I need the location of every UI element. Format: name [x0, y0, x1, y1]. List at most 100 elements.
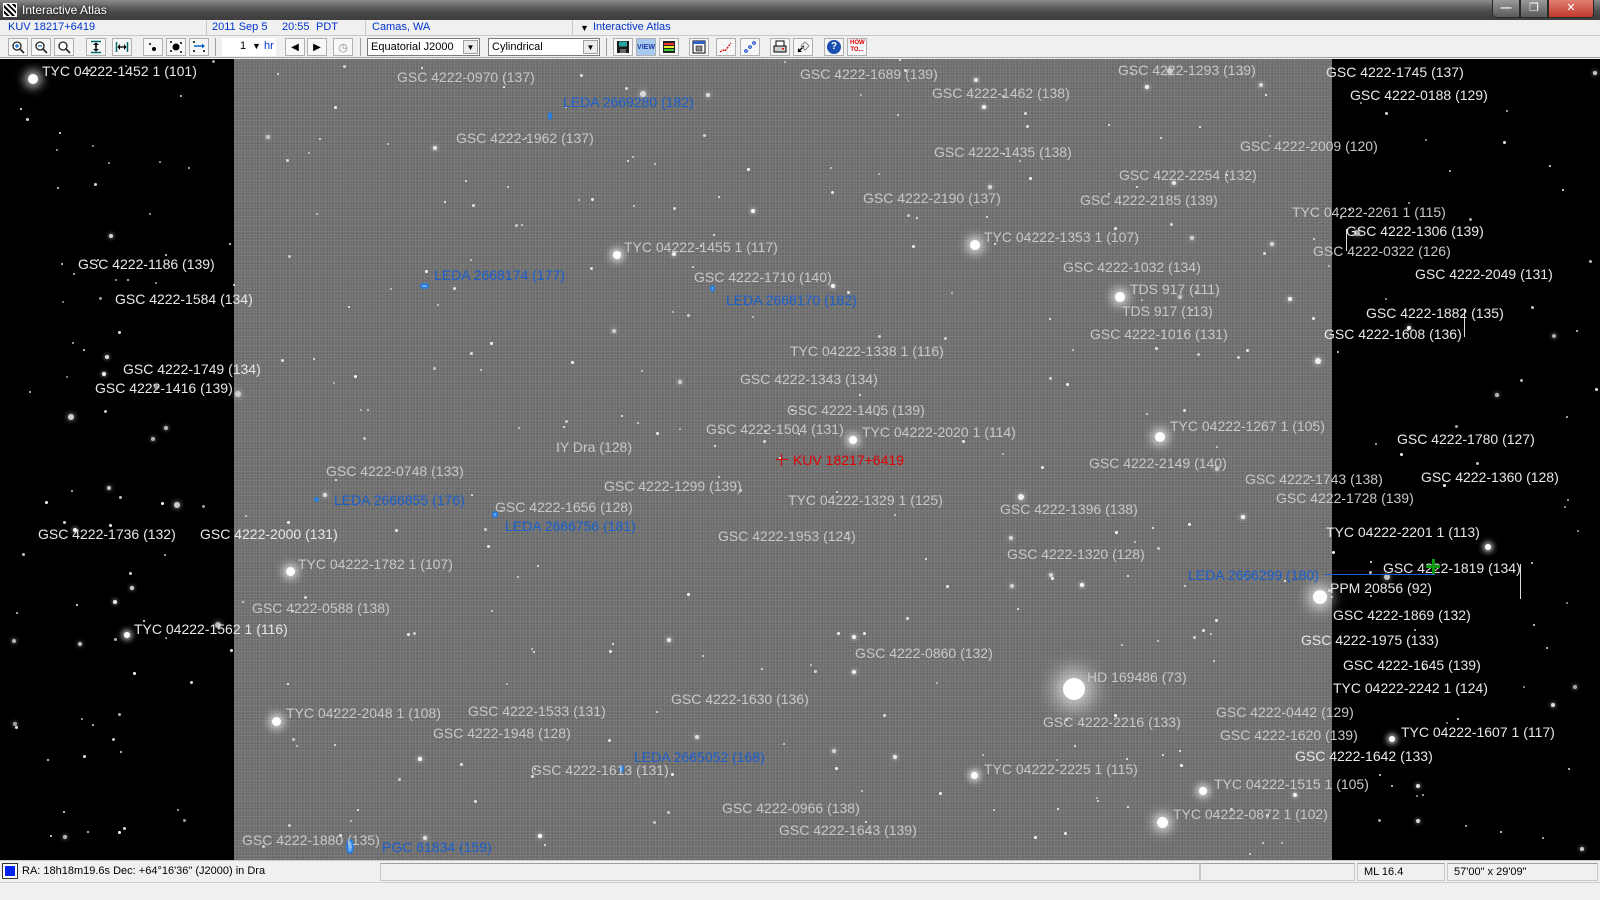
star-label[interactable]: GSC 4222-1462 (138) — [932, 85, 1070, 101]
star-label[interactable]: GSC 4222-1320 (128) — [1007, 546, 1145, 562]
coordinate-system-select[interactable]: Equatorial J2000 ▼ — [367, 38, 480, 56]
star-label[interactable]: GSC 4222-2254 (132) — [1119, 167, 1257, 183]
star-label[interactable]: TYC 04222-2242 1 (124) — [1333, 680, 1488, 696]
how-to-button[interactable]: HOW TO... — [847, 38, 867, 56]
location[interactable]: Camas, WA — [372, 21, 430, 33]
star-label[interactable]: GSC 4222-1032 (134) — [1063, 259, 1201, 275]
star-label[interactable]: GSC 4222-1405 (139) — [787, 402, 925, 418]
star-label[interactable]: GSC 4222-1728 (139) — [1276, 490, 1414, 506]
star-label[interactable]: GSC 4222-2190 (137) — [863, 190, 1001, 206]
star-label[interactable]: TYC 04222-2201 1 (113) — [1326, 524, 1480, 540]
star-label[interactable]: GSC 4222-2216 (133) — [1043, 714, 1181, 730]
star-label[interactable]: GSC 4222-1613 (131) — [531, 762, 669, 778]
star-label[interactable]: GSC 4222-0966 (138) — [722, 800, 860, 816]
pointer-button[interactable] — [793, 38, 813, 56]
galaxy-marker-icon[interactable] — [314, 497, 319, 502]
galaxy-label[interactable]: LEDA 2666756 (181) — [505, 518, 636, 534]
star-label[interactable]: TYC 04222-1452 1 (101) — [42, 63, 197, 79]
star-label[interactable]: GSC 4222-1953 (124) — [718, 528, 856, 544]
fewer-stars-button[interactable] — [143, 38, 163, 56]
sky-chart[interactable]: TYC 04222-1452 1 (101) GSC 4222-0970 (137… — [0, 59, 1600, 860]
star-label[interactable]: GSC 4222-1710 (140) — [694, 269, 832, 285]
zoom-out-button[interactable] — [31, 38, 51, 56]
date[interactable]: 2011 Sep 5 — [212, 21, 267, 33]
star-label[interactable]: TYC 04222-1515 1 (105) — [1214, 776, 1369, 792]
star-label[interactable]: GSC 4222-0442 (129) — [1216, 704, 1354, 720]
star-label[interactable]: GSC 4222-1306 (139) — [1346, 223, 1484, 239]
restore-button[interactable]: ❐ — [1520, 0, 1548, 18]
measure-button[interactable] — [716, 38, 736, 56]
star-label[interactable]: GSC 4222-1975 (133) — [1301, 632, 1439, 648]
fit-vertical-button[interactable] — [86, 38, 106, 56]
time[interactable]: 20:55 — [282, 21, 310, 33]
object-name[interactable]: KUV 18217+6419 — [8, 21, 95, 33]
help-button[interactable]: ? — [824, 38, 844, 56]
star-label[interactable]: GSC 4222-1504 (131) — [706, 421, 844, 437]
star-label[interactable]: GSC 4222-0188 (129) — [1350, 87, 1488, 103]
star-label[interactable]: GSC 4222-1880 (135) — [242, 832, 380, 848]
galaxy-label[interactable]: LEDA 2666855 (176) — [334, 492, 465, 508]
star-label[interactable]: GSC 4222-1743 (138) — [1245, 471, 1383, 487]
star-label[interactable]: TYC 04222-2020 1 (114) — [862, 424, 1016, 440]
minimize-button[interactable]: — — [1492, 0, 1520, 18]
star-label[interactable]: GSC 4222-2009 (120) — [1240, 138, 1378, 154]
star-label[interactable]: GSC 4222-1299 (139) — [604, 478, 742, 494]
star-label[interactable]: TYC 04222-2048 1 (108) — [286, 705, 441, 721]
path-button[interactable] — [740, 38, 760, 56]
layers-button[interactable] — [659, 38, 679, 56]
time-step-dropdown-icon[interactable]: ▼ — [252, 41, 261, 51]
star-label[interactable]: GSC 4222-1396 (138) — [1000, 501, 1138, 517]
galaxy-label[interactable]: LEDA 2668170 (182) — [726, 292, 857, 308]
galaxy-marker-icon[interactable] — [420, 283, 429, 289]
flip-button[interactable] — [189, 38, 209, 56]
target-marker-icon[interactable] — [776, 454, 788, 466]
star-label[interactable]: TYC 04222-1338 1 (116) — [790, 343, 944, 359]
galaxy-marker-icon[interactable] — [548, 112, 552, 120]
galaxy-label[interactable]: LEDA 2668174 (177) — [434, 267, 565, 283]
star-label[interactable]: TYC 04222-0872 1 (102) — [1173, 806, 1328, 822]
close-button[interactable]: ✕ — [1548, 0, 1594, 18]
star-label[interactable]: GSC 4222-1962 (137) — [456, 130, 594, 146]
fit-horizontal-button[interactable] — [112, 38, 132, 56]
star-label[interactable]: TYC 04222-2261 1 (115) — [1292, 204, 1446, 220]
window-button[interactable] — [689, 38, 709, 56]
star-label[interactable]: GSC 4222-1620 (139) — [1220, 727, 1358, 743]
star-label[interactable]: PPM 20856 (92) — [1330, 580, 1432, 596]
galaxy-label[interactable]: LEDA 2669280 (182) — [563, 94, 694, 110]
more-stars-button[interactable] — [166, 38, 186, 56]
star-label[interactable]: GSC 4222-1645 (139) — [1343, 657, 1481, 673]
star-label[interactable]: GSC 4222-1948 (128) — [433, 725, 571, 741]
star-label[interactable]: GSC 4222-1416 (139) — [95, 380, 233, 396]
star-label[interactable]: TDS 917 (113) — [1122, 303, 1213, 319]
star-label[interactable]: GSC 4222-1882 (135) — [1366, 305, 1504, 321]
mode-label[interactable]: Interactive Atlas — [593, 21, 671, 33]
galaxy-label[interactable]: LEDA 2666299 (180) — [1188, 567, 1319, 583]
star-label[interactable]: GSC 4222-1016 (131) — [1090, 326, 1228, 342]
print-button[interactable] — [770, 38, 790, 56]
chevron-down-icon[interactable]: ▼ — [583, 40, 598, 54]
step-forward-button[interactable]: ▶ — [307, 38, 327, 56]
star-label[interactable]: GSC 4222-2149 (140) — [1089, 455, 1227, 471]
star-label[interactable]: GSC 4222-1656 (128) — [495, 499, 633, 515]
now-button[interactable]: ◷ — [333, 38, 353, 56]
mode-dropdown-icon[interactable]: ▼ — [580, 23, 589, 33]
star-label[interactable]: GSC 4222-1186 (139) — [78, 256, 215, 272]
star-label[interactable]: GSC 4222-1745 (137) — [1326, 64, 1464, 80]
star-label[interactable]: TYC 04222-1562 1 (116) — [134, 621, 288, 637]
star-label[interactable]: GSC 4222-1689 (139) — [800, 66, 938, 82]
star-label[interactable]: GSC 4222-1584 (134) — [115, 291, 253, 307]
star-label[interactable]: GSC 4222-1749 (134) — [123, 361, 261, 377]
time-step-spinner[interactable]: 1 ▼ hr — [222, 38, 276, 56]
star-label[interactable]: GSC 4222-2049 (131) — [1415, 266, 1553, 282]
star-label[interactable]: GSC 4222-2185 (139) — [1080, 192, 1218, 208]
star-label[interactable]: GSC 4222-1780 (127) — [1397, 431, 1535, 447]
star-label[interactable]: TYC 04222-2225 1 (115) — [984, 761, 1138, 777]
save-button[interactable] — [613, 38, 633, 56]
timezone[interactable]: PDT — [316, 21, 338, 33]
star-label[interactable]: TYC 04222-1607 1 (117) — [1401, 724, 1555, 740]
star-label[interactable]: GSC 4222-1869 (132) — [1333, 607, 1471, 623]
target-label[interactable]: KUV 18217+6419 — [793, 452, 904, 468]
star-label[interactable]: IY Dra (128) — [556, 439, 632, 455]
star-label[interactable]: GSC 4222-1630 (136) — [671, 691, 809, 707]
star-label[interactable]: GSC 4222-1533 (131) — [468, 703, 606, 719]
